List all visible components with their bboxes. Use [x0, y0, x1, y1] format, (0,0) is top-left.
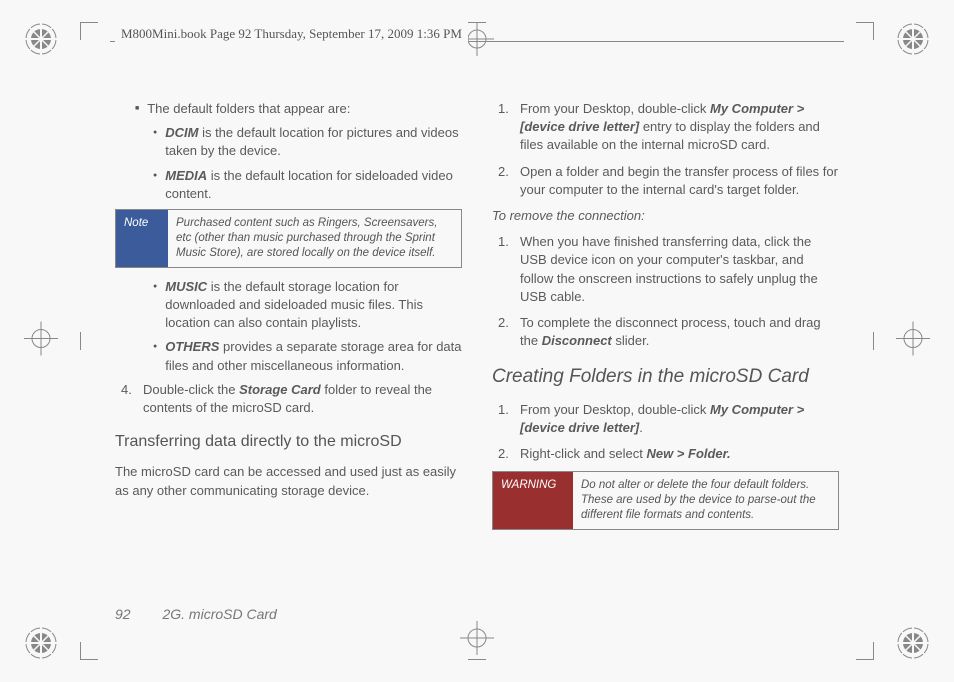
warning-label: WARNING	[493, 472, 573, 529]
heading-creating-folders: Creating Folders in the microSD Card	[492, 364, 839, 391]
step-4-text-a: Double-click the	[143, 382, 239, 397]
create-1-a: From your Desktop, double-click	[520, 402, 710, 417]
registration-mark-icon	[896, 626, 930, 660]
step-1: 1. From your Desktop, double-click My Co…	[498, 100, 839, 155]
remove-2-b: Disconnect	[542, 333, 612, 348]
page-footer: 92 2G. microSD Card	[115, 606, 277, 622]
step-4: 4. Double-click the Storage Card folder …	[121, 381, 462, 417]
step-2: 2. Open a folder and begin the transfer …	[498, 163, 839, 199]
registration-mark-icon	[24, 626, 58, 660]
others-label: OTHERS	[165, 339, 219, 354]
section-label: 2G. microSD Card	[162, 606, 276, 622]
warning-box: WARNING Do not alter or delete the four …	[492, 471, 839, 530]
note-label: Note	[116, 210, 168, 267]
registration-mark-icon	[24, 22, 58, 56]
media-label: MEDIA	[165, 168, 207, 183]
registration-mark-icon	[896, 22, 930, 56]
transfer-paragraph: The microSD card can be accessed and use…	[115, 463, 462, 499]
note-box: Note Purchased content such as Ringers, …	[115, 209, 462, 268]
remove-step-2: 2. To complete the disconnect process, t…	[498, 314, 839, 350]
remove-1-number: 1.	[498, 233, 520, 306]
remove-2-c: slider.	[612, 333, 650, 348]
remove-2-number: 2.	[498, 314, 520, 350]
create-step-2: 2. Right-click and select New > Folder.	[498, 445, 839, 463]
remove-1-text: When you have finished transferring data…	[520, 233, 839, 306]
create-step-1: 1. From your Desktop, double-click My Co…	[498, 401, 839, 437]
dcim-label: DCIM	[165, 125, 198, 140]
column-left: The default folders that appear are: DCI…	[115, 100, 462, 602]
step-4-number: 4.	[121, 381, 143, 417]
column-right: 1. From your Desktop, double-click My Co…	[492, 100, 839, 602]
note-body: Purchased content such as Ringers, Scree…	[168, 210, 461, 267]
create-2-number: 2.	[498, 445, 520, 463]
step-1-a: From your Desktop, double-click	[520, 101, 710, 116]
subheading-transfer: Transferring data directly to the microS…	[115, 431, 462, 453]
others-item: OTHERS provides a separate storage area …	[153, 338, 462, 374]
registration-cross-icon	[896, 322, 930, 361]
intro-text: The default folders that appear are:	[147, 100, 350, 118]
step-2-text: Open a folder and begin the transfer pro…	[520, 163, 839, 199]
create-1-c: .	[639, 420, 643, 435]
create-2-a: Right-click and select	[520, 446, 646, 461]
document-header: M800Mini.book Page 92 Thursday, Septembe…	[115, 26, 468, 42]
media-text: is the default location for sideloaded v…	[165, 168, 453, 201]
step-2-number: 2.	[498, 163, 520, 199]
dcim-item: DCIM is the default location for picture…	[153, 124, 462, 160]
create-2-b: New > Folder.	[646, 446, 730, 461]
intro-bullet: The default folders that appear are:	[135, 100, 462, 118]
step-1-number: 1.	[498, 100, 520, 155]
step-4-bold: Storage Card	[239, 382, 321, 397]
page-number: 92	[115, 606, 131, 622]
dcim-text: is the default location for pictures and…	[165, 125, 458, 158]
music-item: MUSIC is the default storage location fo…	[153, 278, 462, 333]
remove-step-1: 1. When you have finished transferring d…	[498, 233, 839, 306]
music-label: MUSIC	[165, 279, 207, 294]
media-item: MEDIA is the default location for sidelo…	[153, 167, 462, 203]
remove-heading: To remove the connection:	[492, 207, 839, 225]
create-1-number: 1.	[498, 401, 520, 437]
registration-cross-icon	[24, 322, 58, 361]
warning-body: Do not alter or delete the four default …	[573, 472, 838, 529]
page-body: The default folders that appear are: DCI…	[115, 100, 839, 602]
